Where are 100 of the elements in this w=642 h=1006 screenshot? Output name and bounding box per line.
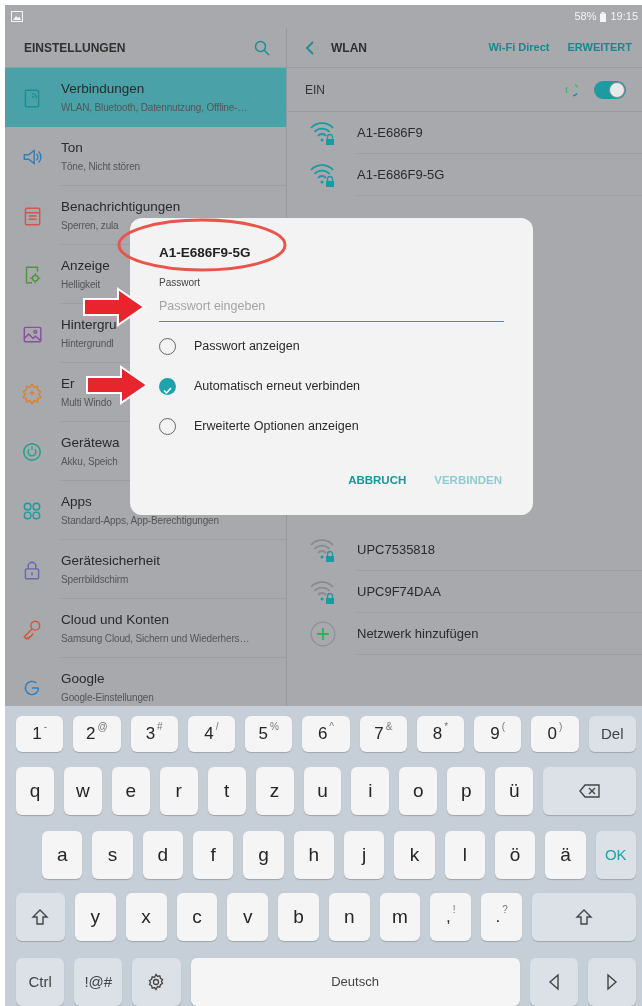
spinner-icon [564, 81, 580, 98]
key[interactable]: 3$^{#}$ [130, 716, 178, 752]
network-item[interactable]: Netzwerk hinzufügen [287, 613, 642, 655]
key[interactable]: x [125, 893, 167, 941]
key[interactable]: l [444, 831, 485, 879]
toggle-switch[interactable] [594, 80, 626, 99]
key[interactable]: b [278, 893, 319, 941]
key[interactable]: w [63, 767, 102, 815]
key[interactable]: n [328, 893, 370, 941]
key[interactable]: t [207, 767, 246, 815]
key[interactable]: 7$^{&}$ [359, 716, 407, 752]
key[interactable]: ü [495, 767, 534, 815]
key[interactable]: 0$^{)}$ [531, 716, 579, 752]
key[interactable]: 5$^{%}$ [245, 716, 293, 752]
item-subtitle: WLAN, Bluetooth, Datennutzung, Offline-… [61, 100, 248, 115]
network-name: UPC9F74DAA [357, 582, 441, 601]
key[interactable]: p [447, 767, 486, 815]
key[interactable]: d [142, 831, 183, 879]
settings-key[interactable] [132, 958, 181, 1006]
option-label: Automatisch erneut verbinden [194, 377, 361, 395]
key[interactable]: q [16, 767, 54, 815]
add-icon [309, 621, 337, 647]
key[interactable]: a [42, 831, 83, 879]
key[interactable]: .$^{?}$ [481, 893, 522, 941]
settings-icon [147, 973, 166, 991]
key[interactable]: s [92, 831, 133, 879]
left-key[interactable] [529, 958, 578, 1006]
field-label: Passwort [159, 276, 201, 291]
sidebar-item[interactable]: Ton Töne, Nicht stören [5, 127, 286, 186]
wifi-lock-icon [309, 162, 337, 188]
key[interactable]: ö [494, 831, 536, 879]
item-title: Anzeige [61, 257, 110, 276]
option-label: Erweiterte Optionen anzeigen [194, 417, 359, 435]
image-icon [11, 11, 23, 22]
backspace-key[interactable] [543, 767, 637, 815]
key[interactable]: m [379, 893, 421, 941]
network-name: A1-E686F9 [357, 123, 423, 142]
wifi-lock-icon [309, 120, 337, 146]
key[interactable]: z [255, 767, 294, 815]
network-name: A1-E686F9-5G [357, 165, 445, 184]
network-item[interactable]: A1-E686F9 [287, 112, 642, 154]
key[interactable]: 9$^{(}$ [474, 716, 522, 752]
key[interactable]: 6$^{^}$ [302, 716, 350, 752]
item-subtitle: Multi Windo [61, 395, 112, 410]
item-title: Apps [61, 493, 92, 512]
key[interactable]: i [351, 767, 390, 815]
key[interactable]: r [159, 767, 198, 815]
sidebar-item[interactable]: Cloud und Konten Samsung Cloud, Sichern und Wiederhers… [5, 599, 286, 658]
key[interactable]: Ctrl [16, 958, 65, 1006]
right-key[interactable] [587, 958, 636, 1006]
space-bar[interactable]: Deutsch [190, 958, 520, 1006]
key[interactable]: f [193, 831, 234, 879]
key[interactable]: 2$^{@}$ [73, 716, 121, 752]
item-subtitle: Standard-Apps, App-Berechtigungen [61, 513, 219, 528]
key[interactable]: ä [545, 831, 586, 879]
item-subtitle: Google-Einstellungen [61, 690, 154, 705]
panel-title: EINSTELLUNGEN [24, 39, 126, 57]
item-title: Gerätesicherheit [61, 552, 161, 571]
key[interactable]: j [343, 831, 385, 879]
item-title: Google [61, 670, 105, 689]
key[interactable]: h [293, 831, 334, 879]
item-subtitle: Töne, Nicht stören [61, 159, 140, 174]
network-name: UPC7535818 [357, 540, 436, 559]
shift-key[interactable] [16, 893, 65, 941]
key[interactable]: 4$^{/}$ [187, 716, 236, 752]
item-title: Cloud und Konten [61, 611, 170, 630]
battery-icon [600, 11, 607, 22]
key[interactable]: o [399, 767, 438, 815]
key[interactable]: y [74, 893, 116, 941]
radio-button[interactable] [159, 377, 176, 395]
item-title: Ton [61, 139, 83, 158]
key[interactable]: c [176, 893, 218, 941]
key[interactable]: u [303, 767, 342, 815]
network-item[interactable]: A1-E686F9-5G [287, 154, 642, 196]
password-field[interactable]: Passwort eingeben [159, 293, 504, 322]
key[interactable]: Del [588, 716, 636, 752]
gear-plus-icon [21, 381, 43, 404]
sidebar-item[interactable]: Verbindungen WLAN, Bluetooth, Datennutzung, Offline-… [5, 68, 286, 127]
key[interactable]: 8$^{*}$ [416, 716, 465, 752]
switch-label: EIN [305, 81, 325, 99]
wifi-lock-icon [309, 579, 337, 605]
key[interactable]: v [227, 893, 269, 941]
key[interactable]: g [243, 831, 284, 879]
network-item[interactable]: UPC7535818 [287, 529, 642, 571]
item-subtitle: Helligkeit [61, 277, 101, 292]
power-icon [21, 440, 43, 463]
wifi-lock-icon [309, 537, 337, 563]
key[interactable]: k [394, 831, 435, 879]
network-name: Netzwerk hinzufügen [357, 624, 479, 643]
shift-icon [31, 908, 50, 926]
sidebar-item[interactable]: Gerätesicherheit Sperrbildschirm [5, 540, 286, 599]
key[interactable]: 1$^{-}$ [16, 716, 64, 752]
panel-title: WLAN [331, 39, 367, 57]
key[interactable]: ,$^{!}$ [430, 893, 472, 941]
key[interactable]: !@# [74, 958, 123, 1006]
key[interactable]: e [111, 767, 150, 815]
item-subtitle: Akku, Speich [61, 454, 118, 469]
battery-percent: 58% [574, 9, 597, 25]
left-arrow-icon [546, 973, 561, 991]
network-item[interactable]: UPC9F74DAA [287, 571, 642, 613]
